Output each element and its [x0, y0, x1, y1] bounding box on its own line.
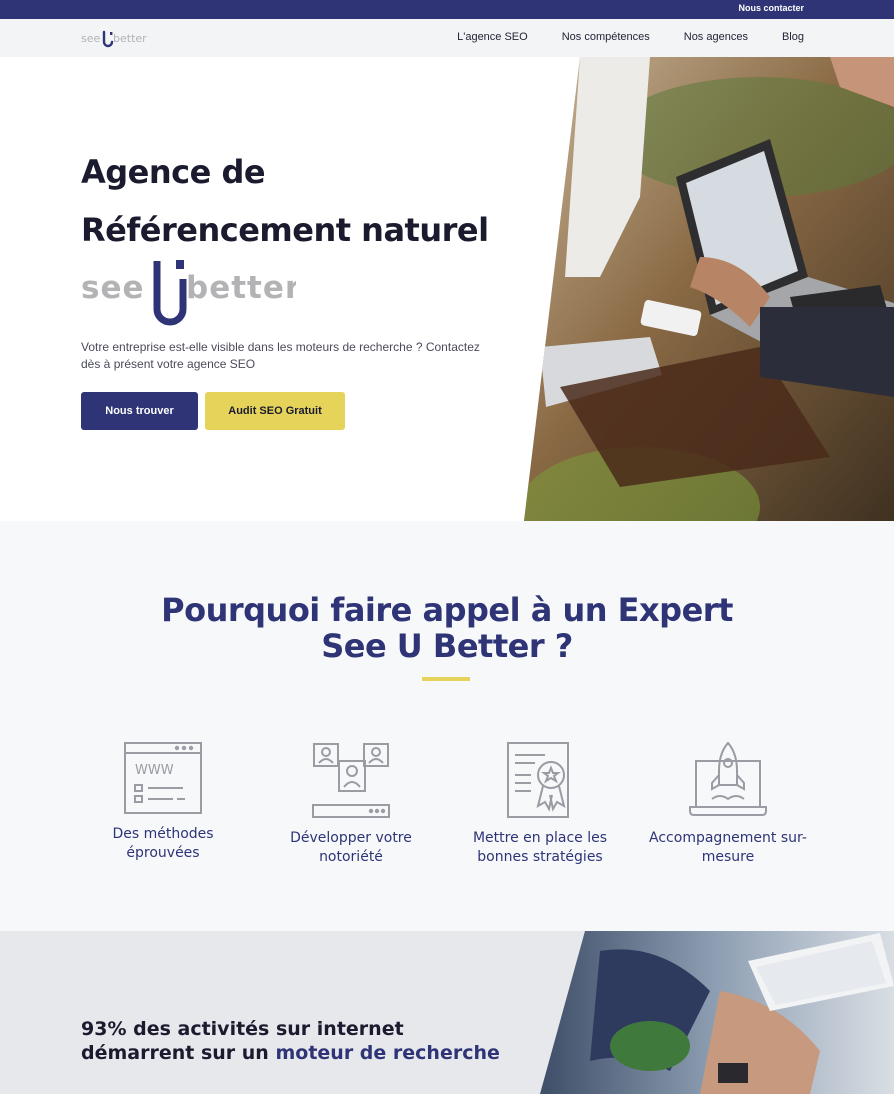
find-us-button[interactable]: Nous trouver — [81, 392, 198, 430]
brand-logo[interactable]: see better — [81, 29, 151, 49]
feature-strategies-label: Mettre en place les bonnes stratégies — [472, 830, 608, 865]
why-section: Pourquoi faire appel à un Expert See U B… — [0, 521, 894, 931]
main-navbar: see better L'agence SEO Nos compétences … — [0, 19, 894, 57]
feature-methods: WWW Des méthodes éprouvées — [78, 741, 248, 863]
stat-photo-phone — [540, 931, 894, 1094]
feature-notoriety-label: Développer votre notoriété — [290, 830, 412, 865]
stat-line2: démarrent sur un moteur de recherche — [81, 1042, 500, 1064]
free-seo-audit-button[interactable]: Audit SEO Gratuit — [205, 392, 345, 430]
feature-methods-label: Des méthodes éprouvées — [112, 826, 214, 861]
nav-item-agence-seo[interactable]: L'agence SEO — [457, 31, 528, 43]
stat-line1: 93% des activités sur internet — [81, 1018, 404, 1040]
hero-title-line2: Référencement naturel — [81, 211, 489, 249]
stat-section: 93% des activités sur internet démarrent… — [0, 931, 894, 1094]
nav-item-competences[interactable]: Nos compétences — [562, 31, 650, 43]
feature-strategies: Mettre en place les bonnes stratégies — [455, 741, 625, 867]
hero-intro: Votre entreprise est-elle visible dans l… — [81, 340, 480, 371]
feature-custom-label: Accompagnement sur-mesure — [649, 830, 807, 865]
main-nav: L'agence SEO Nos compétences Nos agences… — [423, 31, 804, 43]
hero-title-line1: Agence de — [81, 153, 266, 191]
why-title-line1: Pourquoi faire appel à un Expert — [161, 591, 733, 629]
top-bar: Nous contacter — [0, 0, 894, 19]
svg-text:see: see — [81, 32, 100, 45]
nav-item-agences[interactable]: Nos agences — [684, 31, 748, 43]
hero-section: Agence de Référencement naturel see bett… — [0, 57, 894, 521]
title-underline — [422, 677, 470, 681]
svg-text:see: see — [81, 270, 145, 306]
social-network-icon — [312, 743, 390, 818]
brand-logo-large: see better — [81, 260, 296, 326]
svg-text:WWW: WWW — [135, 763, 174, 778]
certificate-icon — [507, 742, 569, 818]
feature-notoriety: Développer votre notoriété — [266, 741, 436, 867]
svg-text:better: better — [113, 32, 147, 45]
stat-line2-accent: moteur de recherche — [275, 1042, 500, 1064]
svg-text:better: better — [186, 270, 296, 306]
nav-item-blog[interactable]: Blog — [782, 31, 804, 43]
rocket-laptop-icon — [689, 741, 767, 816]
feature-custom: Accompagnement sur-mesure — [643, 741, 813, 867]
www-browser-icon: WWW — [124, 742, 202, 814]
contact-link[interactable]: Nous contacter — [738, 3, 804, 13]
stat-line2-prefix: démarrent sur un — [81, 1042, 269, 1064]
why-title-line2: See U Better ? — [321, 627, 573, 665]
